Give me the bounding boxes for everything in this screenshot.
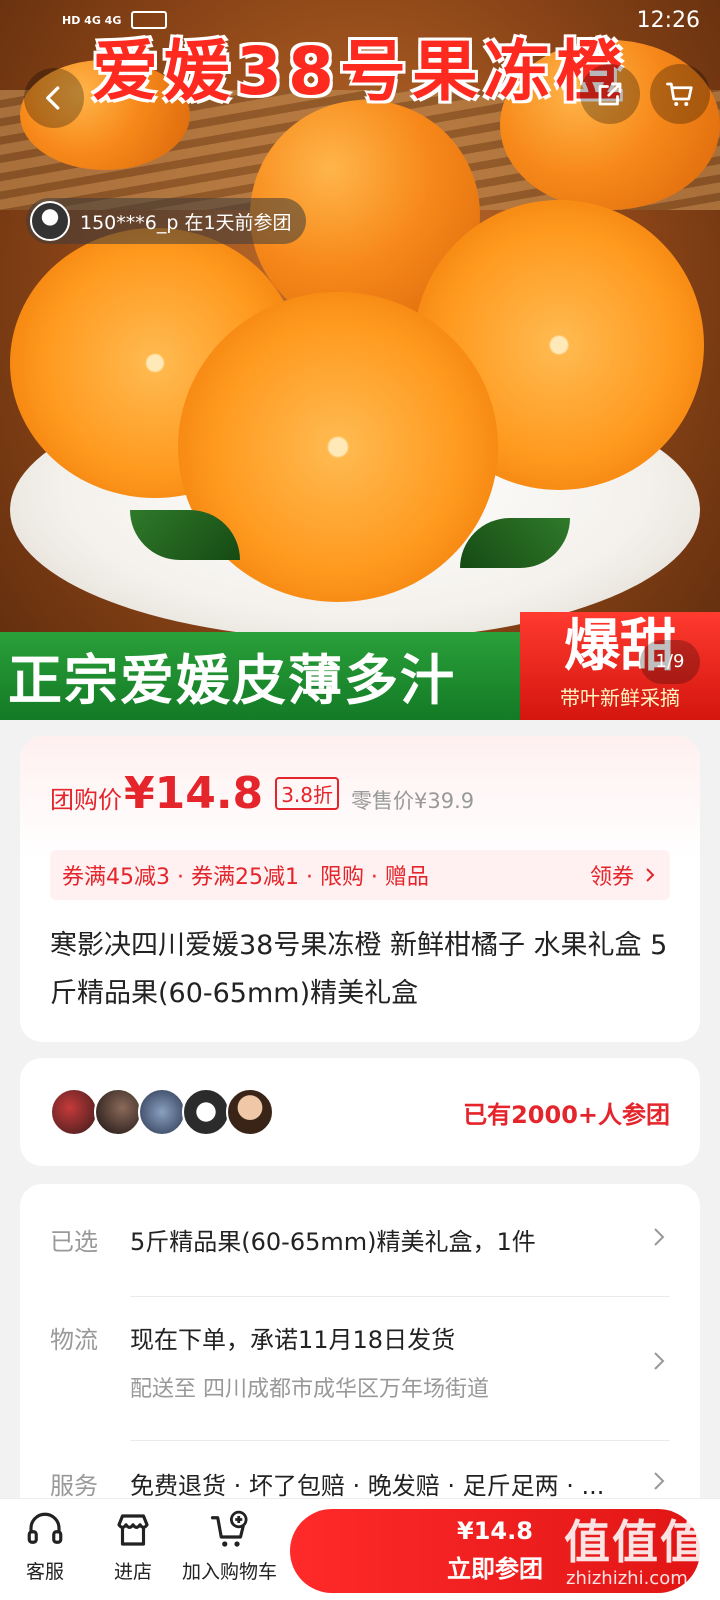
group-members-card[interactable]: 已有2000+人参团	[20, 1058, 700, 1166]
price-card: 团购价 ¥14.8 3.8折 零售价¥39.9 券满45减3 · 券满25减1 …	[20, 736, 700, 1042]
store-label: 进店	[113, 1561, 152, 1583]
logistics-label: 物流	[50, 1326, 98, 1354]
join-count: 已有2000+人参团	[463, 1100, 670, 1129]
avatar	[30, 201, 70, 241]
cart-button[interactable]	[650, 64, 710, 124]
group-price-value: ¥14.8	[124, 768, 264, 819]
hero-bang-sub-text: 带叶新鲜采摘	[560, 686, 680, 710]
headset-icon	[27, 1512, 63, 1544]
group-price-label: 团购价	[50, 786, 122, 814]
service-label: 服务	[50, 1472, 98, 1500]
avatar	[182, 1088, 230, 1136]
status-bar: HD 4G 4G 12:26	[0, 0, 720, 40]
product-title: 寒影决四川爱媛38号果冻橙 新鲜柑橘子 水果礼盒 5斤精品果(60-65mm)精…	[50, 930, 668, 1009]
service-value: 免费退货 · 坏了包赔 · 晚发赔 · 足斤足两 · ...	[130, 1472, 605, 1500]
selected-label: 已选	[50, 1228, 98, 1256]
image-page-indicator: 1/9	[640, 640, 700, 684]
selected-value: 5斤精品果(60-65mm)精美礼盒，1件	[130, 1228, 536, 1256]
customer-service-button[interactable]: 客服	[24, 1509, 66, 1584]
avatar	[50, 1088, 98, 1136]
divider	[130, 1440, 670, 1441]
signal-indicator: HD 4G 4G	[62, 13, 122, 27]
service-row[interactable]: 服务 免费退货 · 坏了包赔 · 晚发赔 · 足斤足两 · ...	[50, 1466, 670, 1501]
battery-icon	[131, 11, 168, 29]
back-button[interactable]	[24, 68, 84, 128]
avatar	[94, 1088, 142, 1136]
customer-service-label: 客服	[25, 1561, 64, 1583]
hero-bottom-banner-text: 正宗爱媛皮薄多汁	[8, 649, 456, 712]
product-info-card: 已选 5斤精品果(60-65mm)精美礼盒，1件 物流 现在下单，承诺11月18…	[20, 1184, 700, 1524]
coupon-bar[interactable]: 券满45减3 · 券满25减1 · 限购 · 赠品 领券	[50, 850, 670, 900]
recent-join-tag: 150***6_p 在1天前参团	[26, 198, 306, 244]
get-coupon-link[interactable]: 领券	[590, 859, 658, 891]
add-cart-icon	[210, 1510, 247, 1547]
add-to-cart-label: 加入购物车	[182, 1561, 278, 1583]
store-button[interactable]: 进店	[112, 1509, 154, 1584]
avatar	[138, 1088, 186, 1136]
member-avatars	[50, 1088, 274, 1136]
status-time: 12:26	[636, 7, 700, 33]
selected-spec-row[interactable]: 已选 5斤精品果(60-65mm)精美礼盒，1件	[50, 1222, 670, 1257]
coupon-text: 券满45减3 · 券满25减1 · 限购 · 赠品	[62, 865, 429, 890]
get-coupon-label: 领券	[589, 865, 634, 890]
cart-icon	[666, 82, 693, 106]
store-icon	[117, 1514, 149, 1546]
watermark-logo: 值值值	[564, 1515, 708, 1569]
chevron-right-icon	[652, 1470, 666, 1496]
chevron-right-icon	[646, 868, 655, 882]
back-icon	[46, 86, 60, 110]
logistics-row[interactable]: 物流 现在下单，承诺11月18日发货 配送至 四川成都市成华区万年场街道	[50, 1320, 670, 1403]
watermark-url: zhizhizhi.com	[566, 1568, 688, 1589]
chevron-right-icon	[652, 1350, 666, 1376]
discount-badge: 3.8折	[275, 777, 339, 810]
divider	[130, 1296, 670, 1297]
hero-bottom-banner: 正宗爱媛皮薄多汁	[0, 632, 520, 720]
price-row: 团购价 ¥14.8 3.8折 零售价¥39.9	[50, 768, 474, 819]
share-icon	[598, 82, 622, 106]
add-to-cart-button[interactable]: 加入购物车	[182, 1509, 277, 1584]
chevron-right-icon	[652, 1226, 666, 1252]
delivery-address: 配送至 四川成都市成华区万年场街道	[130, 1377, 489, 1402]
recent-join-text: 150***6_p 在1天前参团	[80, 211, 292, 234]
logistics-value: 现在下单，承诺11月18日发货	[130, 1326, 456, 1354]
share-button[interactable]	[580, 64, 640, 124]
retail-price: 零售价¥39.9	[351, 789, 475, 813]
avatar	[226, 1088, 274, 1136]
